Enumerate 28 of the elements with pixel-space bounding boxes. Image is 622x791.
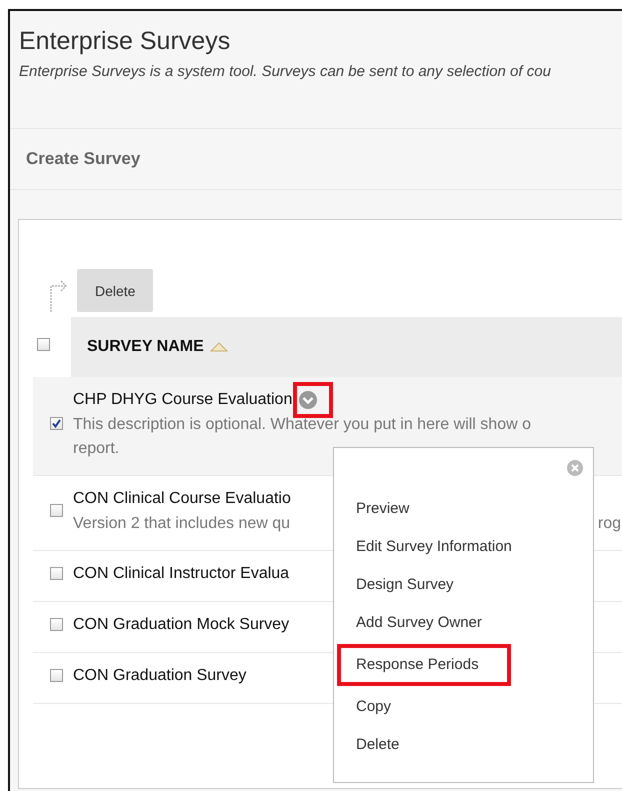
menu-item[interactable]: Delete <box>334 734 400 756</box>
menu-item[interactable]: Add Survey Owner <box>334 612 482 634</box>
create-survey-link[interactable]: Create Survey <box>26 149 140 169</box>
checkbox[interactable] <box>50 669 63 682</box>
survey-name[interactable]: CHP DHYG Course Evaluation <box>73 389 292 411</box>
menu-item[interactable]: Preview <box>334 498 410 520</box>
close-icon[interactable] <box>567 460 583 476</box>
checkbox[interactable] <box>50 417 63 430</box>
survey-name[interactable]: CON Graduation Survey <box>73 665 246 687</box>
checkbox[interactable] <box>50 504 63 517</box>
sort-icon[interactable] <box>210 342 228 352</box>
chevron-icon[interactable] <box>298 390 318 410</box>
survey-description: This description is optional. Whatever you put in here will show o <box>73 415 531 435</box>
menu-item[interactable]: Design Survey <box>334 574 454 596</box>
survey-description: report. <box>73 439 120 459</box>
checkbox[interactable] <box>50 618 63 631</box>
column-header[interactable]: SURVEY NAME <box>71 317 622 377</box>
page-title: Enterprise Surveys <box>19 26 232 57</box>
survey-description: rog <box>598 514 622 534</box>
survey-description: Version 2 that includes new qu <box>73 514 290 534</box>
delete-button[interactable]: Delete <box>77 269 154 312</box>
checkbox[interactable] <box>37 338 50 351</box>
survey-name[interactable]: CON Clinical Instructor Evalua <box>73 563 290 585</box>
survey-name[interactable]: CON Graduation Mock Survey <box>73 614 290 636</box>
checkbox[interactable] <box>50 567 63 580</box>
page-description: Enterprise Surveys is a system tool. Surveys can be sent to any selection of cou <box>19 63 552 80</box>
survey-name[interactable]: CON Clinical Course Evaluatio <box>73 488 291 510</box>
menu-item[interactable]: Response Periods <box>337 644 511 686</box>
